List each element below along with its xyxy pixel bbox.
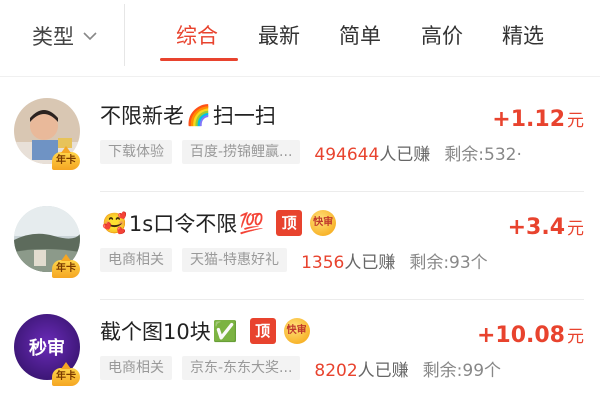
earned-count: 1356人已赚 xyxy=(301,248,395,273)
chevron-down-icon xyxy=(83,32,97,41)
platform-tag: 百度-捞锦鲤赢... xyxy=(182,140,301,164)
earned-number: 1356 xyxy=(301,252,345,273)
task-row[interactable]: 年卡 🥰 1s口令不限 💯 顶 快审 +3.4 元 电商相关 天猫-特惠好礼 13… xyxy=(0,192,600,300)
reward-amount: +10.08 元 xyxy=(477,322,584,348)
reward-amount: +3.4 元 xyxy=(508,214,584,240)
fast-review-badge: 快审 xyxy=(310,210,337,236)
vip-badge: 年卡 xyxy=(52,362,80,386)
remaining-count: 剩余:93个 xyxy=(409,252,488,273)
reward-value: +10.08 xyxy=(476,323,565,348)
fast-review-badge: 快审 xyxy=(283,318,310,344)
task-row[interactable]: 年卡 不限新老 🌈 扫一扫 +1.12 元 下载体验 百度-捞锦鲤赢... 494… xyxy=(0,84,600,192)
platform-tag: 京东-东东大奖... xyxy=(182,356,301,380)
check-mark-icon: ✅ xyxy=(212,319,238,343)
top-badge: 顶 xyxy=(276,210,303,236)
vip-badge: 年卡 xyxy=(52,254,80,278)
tab-bar: 类型 综合 最新 简单 高价 精选 xyxy=(0,0,600,76)
reward-unit: 元 xyxy=(567,111,584,131)
category-tag: 下载体验 xyxy=(100,140,172,164)
reward-amount: +1.12 元 xyxy=(492,106,584,132)
top-badge: 顶 xyxy=(249,318,276,344)
avatar-text: 秒审 xyxy=(29,338,65,359)
earned-suffix: 人已赚 xyxy=(357,360,409,381)
task-title-suffix: 扫一扫 xyxy=(212,104,276,128)
earned-number: 494644 xyxy=(314,144,380,165)
category-tag: 电商相关 xyxy=(100,248,172,272)
tab-featured[interactable]: 精选 xyxy=(502,20,544,50)
active-tab-indicator xyxy=(160,58,238,61)
earned-count: 8202人已赚 xyxy=(314,356,408,381)
tab-latest[interactable]: 最新 xyxy=(258,20,300,50)
task-meta: 下载体验 百度-捞锦鲤赢... 494644人已赚 剩余:532· xyxy=(100,140,522,165)
vip-badge: 年卡 xyxy=(52,146,80,170)
hundred-points-icon: 💯 xyxy=(239,211,265,235)
reward-value: +3.4 xyxy=(507,215,565,240)
tab-simple[interactable]: 简单 xyxy=(339,20,381,50)
type-filter-dropdown[interactable]: 类型 xyxy=(32,20,98,52)
task-title: 不限新老 xyxy=(100,104,184,128)
type-filter-label: 类型 xyxy=(32,25,74,49)
task-title-line: 不限新老 🌈 扫一扫 xyxy=(100,100,276,130)
reward-unit: 元 xyxy=(567,219,584,239)
earned-suffix: 人已赚 xyxy=(344,252,396,273)
task-row[interactable]: 秒审 年卡 截个图10块 ✅ 顶 快审 +10.08 元 电商相关 京东-东东大奖… xyxy=(0,300,600,408)
reward-unit: 元 xyxy=(567,327,584,347)
earned-number: 8202 xyxy=(314,360,358,381)
task-title: 1s口令不限 xyxy=(128,212,238,236)
header-divider xyxy=(0,76,600,77)
tab-high-price[interactable]: 高价 xyxy=(421,20,463,50)
task-meta: 电商相关 京东-东东大奖... 8202人已赚 剩余:99个 xyxy=(100,356,502,381)
task-title-line: 🥰 1s口令不限 💯 顶 快审 xyxy=(100,208,337,238)
task-meta: 电商相关 天猫-特惠好礼 1356人已赚 剩余:93个 xyxy=(100,248,488,273)
task-title-line: 截个图10块 ✅ 顶 快审 xyxy=(100,316,310,346)
tab-divider xyxy=(124,4,125,66)
remaining-count: 剩余:532· xyxy=(444,144,522,165)
reward-value: +1.12 xyxy=(492,107,565,132)
earned-suffix: 人已赚 xyxy=(379,144,431,165)
remaining-count: 剩余:99个 xyxy=(422,360,502,381)
platform-tag: 天猫-特惠好礼 xyxy=(182,248,288,272)
earned-count: 494644人已赚 xyxy=(314,140,430,165)
category-tag: 电商相关 xyxy=(100,356,172,380)
smiling-face-hearts-icon: 🥰 xyxy=(102,211,127,235)
tab-comprehensive[interactable]: 综合 xyxy=(176,20,218,50)
rainbow-icon: 🌈 xyxy=(186,103,211,127)
task-title: 截个图10块 xyxy=(100,320,211,344)
